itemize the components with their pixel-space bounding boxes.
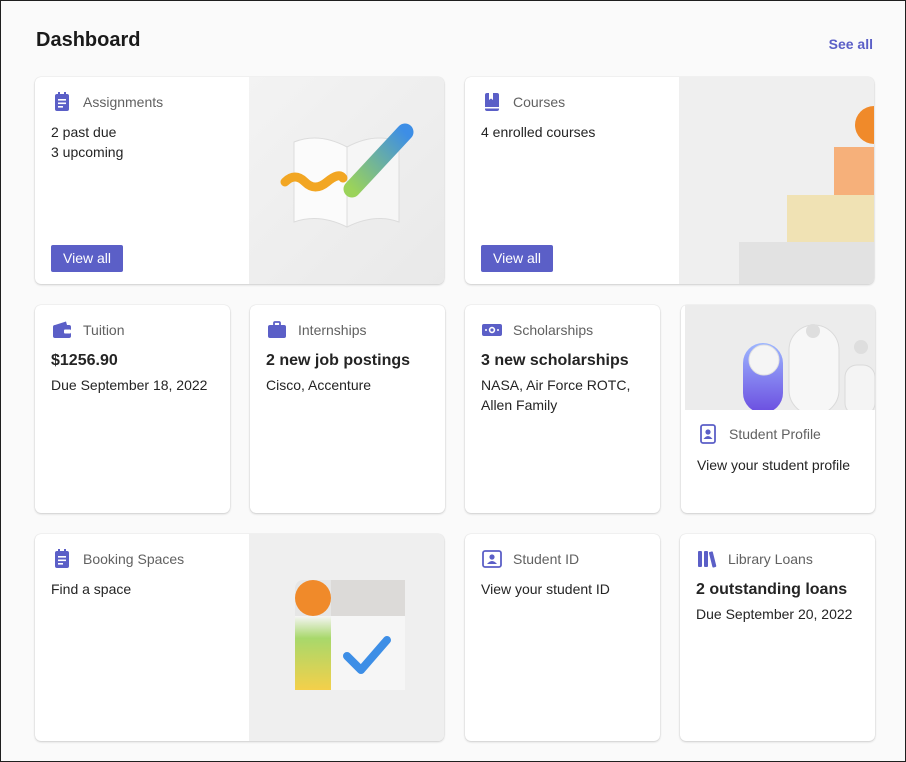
booking-spaces-illustration <box>249 534 444 741</box>
student-profile-label: Student Profile <box>729 426 821 442</box>
dashboard-window: Dashboard See all Assignments 2 past due… <box>0 0 906 762</box>
library-loans-card[interactable]: Library Loans 2 outstanding loans Due Se… <box>680 534 875 741</box>
student-profile-card[interactable]: Student Profile View your student profil… <box>681 305 875 513</box>
tuition-due-date: Due September 18, 2022 <box>51 377 208 393</box>
booking-spaces-label: Booking Spaces <box>83 551 185 567</box>
new-scholarships-text: 3 new scholarships <box>481 352 629 369</box>
courses-illustration <box>679 77 874 284</box>
find-a-space-text: Find a space <box>51 581 132 597</box>
books-icon <box>696 548 718 570</box>
enrolled-courses-text: 4 enrolled courses <box>481 124 596 140</box>
loans-due-date: Due September 20, 2022 <box>696 606 853 622</box>
profile-icon <box>697 423 719 445</box>
library-loans-label: Library Loans <box>728 551 813 567</box>
student-id-label: Student ID <box>513 551 580 567</box>
assignments-view-all-button[interactable]: View all <box>51 245 123 272</box>
wallet-icon <box>51 319 73 341</box>
job-postings-text: 2 new job postings <box>266 352 411 369</box>
view-student-id-text: View your student ID <box>481 581 610 597</box>
courses-view-all-button[interactable]: View all <box>481 245 553 272</box>
courses-label: Courses <box>513 94 566 110</box>
scholarships-label: Scholarships <box>513 322 594 338</box>
student-profile-illustration <box>685 305 875 416</box>
assignments-card[interactable]: Assignments 2 past due 3 upcoming View a… <box>35 77 444 284</box>
outstanding-loans-text: 2 outstanding loans <box>696 581 848 598</box>
companies-text: Cisco, Accenture <box>266 377 372 393</box>
student-id-card[interactable]: Student ID View your student ID <box>465 534 660 741</box>
page-title: Dashboard <box>36 29 141 51</box>
assignments-label: Assignments <box>83 94 164 110</box>
assignments-icon <box>51 91 73 113</box>
tuition-card[interactable]: Tuition $1256.90 Due September 18, 2022 <box>35 305 230 513</box>
money-icon <box>481 319 503 341</box>
tuition-amount: $1256.90 <box>51 352 118 369</box>
see-all-link[interactable]: See all <box>829 36 873 52</box>
scholarships-card[interactable]: Scholarships 3 new scholarships NASA, Ai… <box>465 305 660 513</box>
upcoming-text: 3 upcoming <box>51 144 124 160</box>
book-icon <box>481 91 503 113</box>
booking-icon <box>51 548 73 570</box>
internships-label: Internships <box>298 322 367 338</box>
booking-spaces-card[interactable]: Booking Spaces Find a space <box>35 534 444 741</box>
scholarship-sponsors-text: NASA, Air Force ROTC, Allen Family <box>481 377 631 413</box>
id-card-icon <box>481 548 503 570</box>
view-student-profile-text: View your student profile <box>697 457 851 473</box>
briefcase-icon <box>266 319 288 341</box>
assignments-illustration <box>249 77 444 284</box>
courses-card[interactable]: Courses 4 enrolled courses View all <box>465 77 874 284</box>
internships-card[interactable]: Internships 2 new job postings Cisco, Ac… <box>250 305 445 513</box>
tuition-label: Tuition <box>83 322 125 338</box>
past-due-text: 2 past due <box>51 124 117 140</box>
